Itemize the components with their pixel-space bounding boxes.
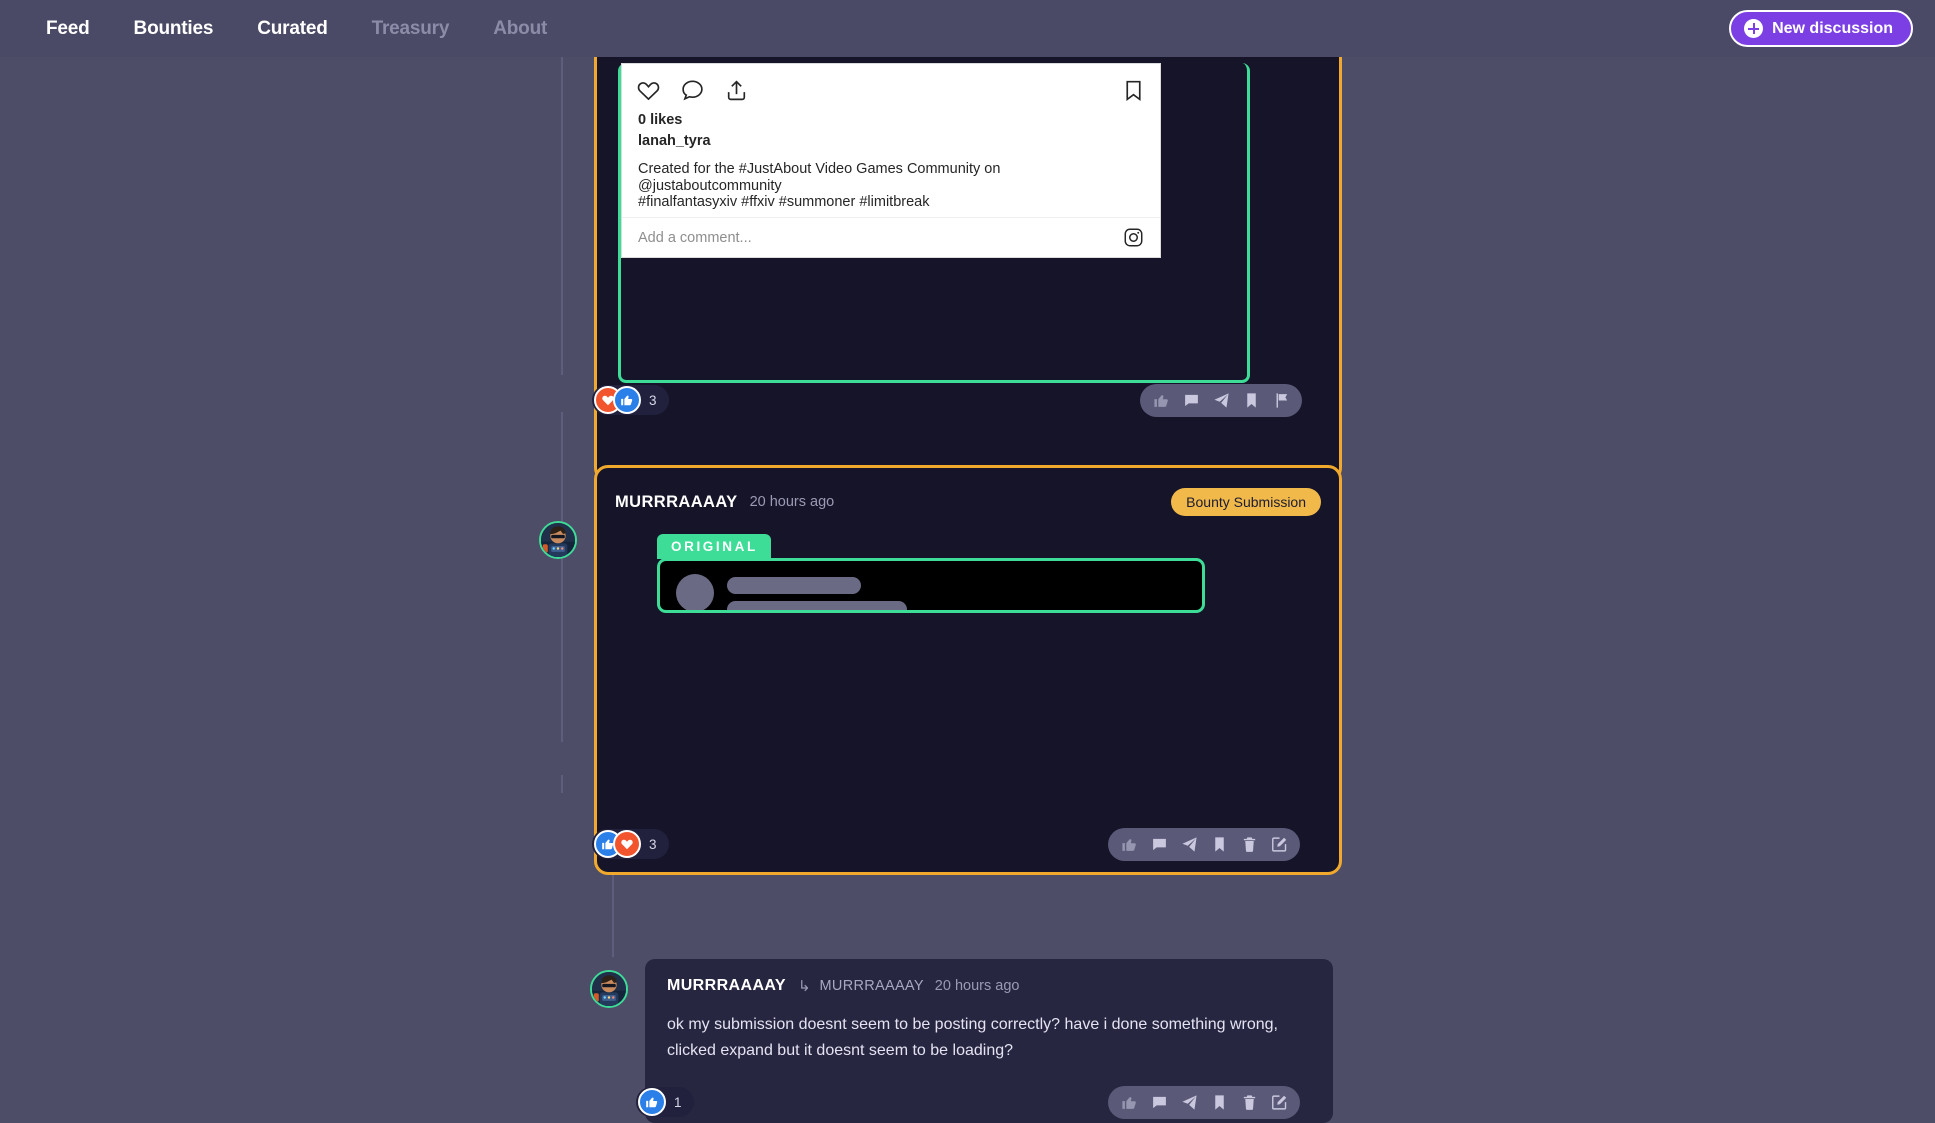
plus-circle-icon — [1744, 19, 1764, 38]
nav-item-curated[interactable]: Curated — [235, 18, 349, 40]
comment-reactions[interactable]: 1 — [636, 1087, 694, 1117]
send-icon — [1181, 837, 1197, 852]
like-button[interactable] — [1146, 386, 1176, 416]
comment-parent-name[interactable]: MURRRAAAAY — [820, 978, 924, 994]
post-two-reactions[interactable]: 3 — [592, 829, 669, 859]
skeleton-line — [727, 577, 861, 594]
bookmark-icon — [1214, 1095, 1224, 1110]
edit-icon — [1271, 1095, 1286, 1110]
trash-icon — [1243, 837, 1255, 852]
post-timestamp: 20 hours ago — [749, 494, 835, 510]
bookmark-icon — [1246, 393, 1256, 408]
send-icon — [1213, 393, 1229, 408]
top-navigation-bar: Feed Bounties Curated Treasury About New… — [0, 0, 1935, 57]
instagram-comment-bar[interactable]: Add a comment... — [622, 217, 1160, 257]
trash-icon — [1243, 1095, 1255, 1110]
bookmark-icon[interactable] — [1121, 78, 1146, 103]
reaction-count: 1 — [674, 1094, 682, 1110]
bookmark-button[interactable] — [1204, 830, 1234, 860]
post-two-action-bar — [1108, 828, 1300, 861]
comment-author-name[interactable]: MURRRAAAAY — [667, 977, 786, 995]
share-icon[interactable] — [724, 78, 749, 103]
comment-timestamp: 20 hours ago — [934, 978, 1020, 994]
caption-line-1: Created for the #JustAbout Video Games C… — [638, 161, 1001, 194]
delete-button[interactable] — [1234, 1088, 1264, 1118]
caption-line-2: #finalfantasyxiv #ffxiv #summoner #limit… — [638, 194, 930, 211]
nav-item-about[interactable]: About — [471, 18, 569, 40]
original-embed-frame: 0 likes lanah_tyra Created for the #Just… — [618, 63, 1250, 383]
post-two-avatar[interactable] — [539, 521, 577, 559]
heart-icon — [621, 839, 633, 850]
thumbs-up-icon — [1121, 839, 1136, 851]
instagram-caption: Created for the #JustAbout Video Games C… — [622, 149, 1160, 211]
comment-button[interactable] — [1144, 830, 1174, 860]
add-comment-placeholder: Add a comment... — [638, 229, 752, 246]
reaction-thumbs-up[interactable] — [613, 386, 641, 414]
comment-icon — [1152, 1096, 1166, 1109]
comment-button[interactable] — [1176, 386, 1206, 416]
post-one-action-bar — [1140, 384, 1302, 417]
reply-arrow-icon: ↳ — [797, 978, 811, 995]
heart-icon[interactable] — [636, 78, 661, 103]
report-button[interactable] — [1266, 386, 1296, 416]
reaction-heart[interactable] — [613, 830, 641, 858]
like-button[interactable] — [1114, 830, 1144, 860]
instagram-like-count: 0 likes — [638, 112, 683, 128]
flag-icon — [1276, 393, 1287, 408]
share-button[interactable] — [1206, 386, 1236, 416]
bounty-submission-badge[interactable]: Bounty Submission — [1171, 488, 1321, 516]
avatar-image — [592, 972, 626, 1006]
thread-connector-line — [561, 412, 563, 742]
reaction-thumbs-up[interactable] — [638, 1088, 666, 1116]
nav-item-bounties[interactable]: Bounties — [112, 18, 236, 40]
share-button[interactable] — [1174, 1088, 1204, 1118]
post-author-name[interactable]: MURRRAAAAY — [615, 493, 738, 512]
comment-icon[interactable] — [680, 78, 705, 103]
post-card-bounty-submission: MURRRAAAAY 20 hours ago Bounty Submissio… — [594, 465, 1342, 875]
embed-skeleton-loader — [657, 558, 1205, 613]
instagram-username[interactable]: lanah_tyra — [622, 128, 1160, 149]
thumbs-up-icon — [1153, 395, 1168, 407]
post-two-header: MURRRAAAAY 20 hours ago Bounty Submissio… — [615, 488, 1321, 516]
avatar-image — [541, 523, 575, 557]
bookmark-button[interactable] — [1204, 1088, 1234, 1118]
comment-action-bar — [1108, 1086, 1300, 1119]
edit-button[interactable] — [1264, 1088, 1294, 1118]
delete-button[interactable] — [1234, 830, 1264, 860]
instagram-action-row — [622, 64, 1160, 103]
comment-icon — [1184, 394, 1198, 407]
feed-container: 0 likes lanah_tyra Created for the #Just… — [0, 0, 1935, 1123]
bookmark-button[interactable] — [1236, 386, 1266, 416]
skeleton-avatar — [676, 574, 714, 610]
comment-button[interactable] — [1144, 1088, 1174, 1118]
comment-icon — [1152, 838, 1166, 851]
thumbs-up-icon — [1121, 1097, 1136, 1109]
comment-body-text: ok my submission doesnt seem to be posti… — [667, 1016, 1278, 1060]
original-badge: ORIGINAL — [657, 534, 771, 559]
instagram-embed: 0 likes lanah_tyra Created for the #Just… — [621, 63, 1161, 258]
edit-button[interactable] — [1264, 830, 1294, 860]
skeleton-line — [727, 601, 907, 610]
comment-header: MURRRAAAAY ↳ MURRRAAAAY 20 hours ago — [667, 977, 1019, 995]
nav-item-treasury[interactable]: Treasury — [350, 18, 472, 40]
nav-item-feed[interactable]: Feed — [24, 18, 112, 40]
reaction-count: 3 — [649, 392, 657, 408]
thumbs-up-icon — [621, 395, 633, 406]
like-button[interactable] — [1114, 1088, 1144, 1118]
bookmark-icon — [1214, 837, 1224, 852]
original-content-wrapper: ORIGINAL — [657, 534, 1205, 613]
edit-icon — [1271, 837, 1286, 852]
instagram-icon[interactable] — [1123, 227, 1144, 248]
thread-connector-line — [561, 57, 563, 375]
new-discussion-label: New discussion — [1772, 19, 1893, 37]
reaction-count: 3 — [649, 836, 657, 852]
comment-avatar[interactable] — [590, 970, 628, 1008]
post-one-reactions[interactable]: 3 — [592, 385, 669, 415]
thumbs-up-icon — [646, 1097, 658, 1108]
send-icon — [1181, 1095, 1197, 1110]
new-discussion-button[interactable]: New discussion — [1729, 10, 1913, 47]
nav-links: Feed Bounties Curated Treasury About — [24, 18, 569, 40]
share-button[interactable] — [1174, 830, 1204, 860]
thread-connector-line — [561, 775, 563, 793]
